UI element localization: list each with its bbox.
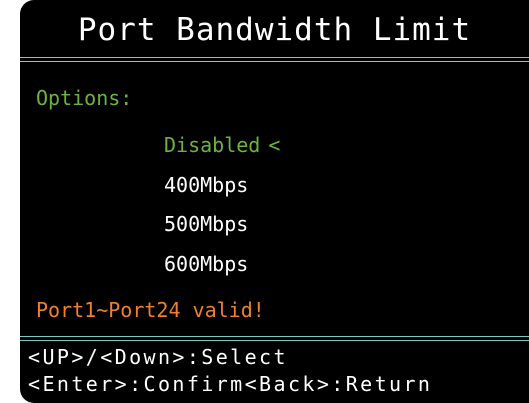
option-600mbps[interactable]: 600Mbps [164,250,280,290]
option-label: Disabled [164,133,261,157]
lcd-screen: Port Bandwidth Limit Options: Disabled < … [20,0,529,403]
option-label: 400Mbps [164,172,249,197]
option-list: Disabled < 400Mbps 500Mbps 600Mbps [164,131,280,289]
screen-title: Port Bandwidth Limit [77,12,472,48]
option-label: 500Mbps [164,212,249,236]
title-divider-bottom [20,61,529,62]
option-label: 600Mbps [164,251,249,276]
footer-divider-top [20,336,529,337]
help-confirm-return-hint: <Enter>:Confirm<Back>:Return [28,372,433,396]
option-disabled[interactable]: Disabled < [164,131,280,171]
status-message: Port1~Port24 valid! [36,298,265,322]
footer-divider-bottom [20,340,529,341]
title-divider-top [20,57,529,58]
options-label: Options: [36,86,133,110]
option-400mbps[interactable]: 400Mbps [164,171,280,211]
selected-marker: < [268,133,281,157]
help-select-hint: <UP>/<Down>:Select [28,345,288,369]
option-500mbps[interactable]: 500Mbps [164,210,280,250]
